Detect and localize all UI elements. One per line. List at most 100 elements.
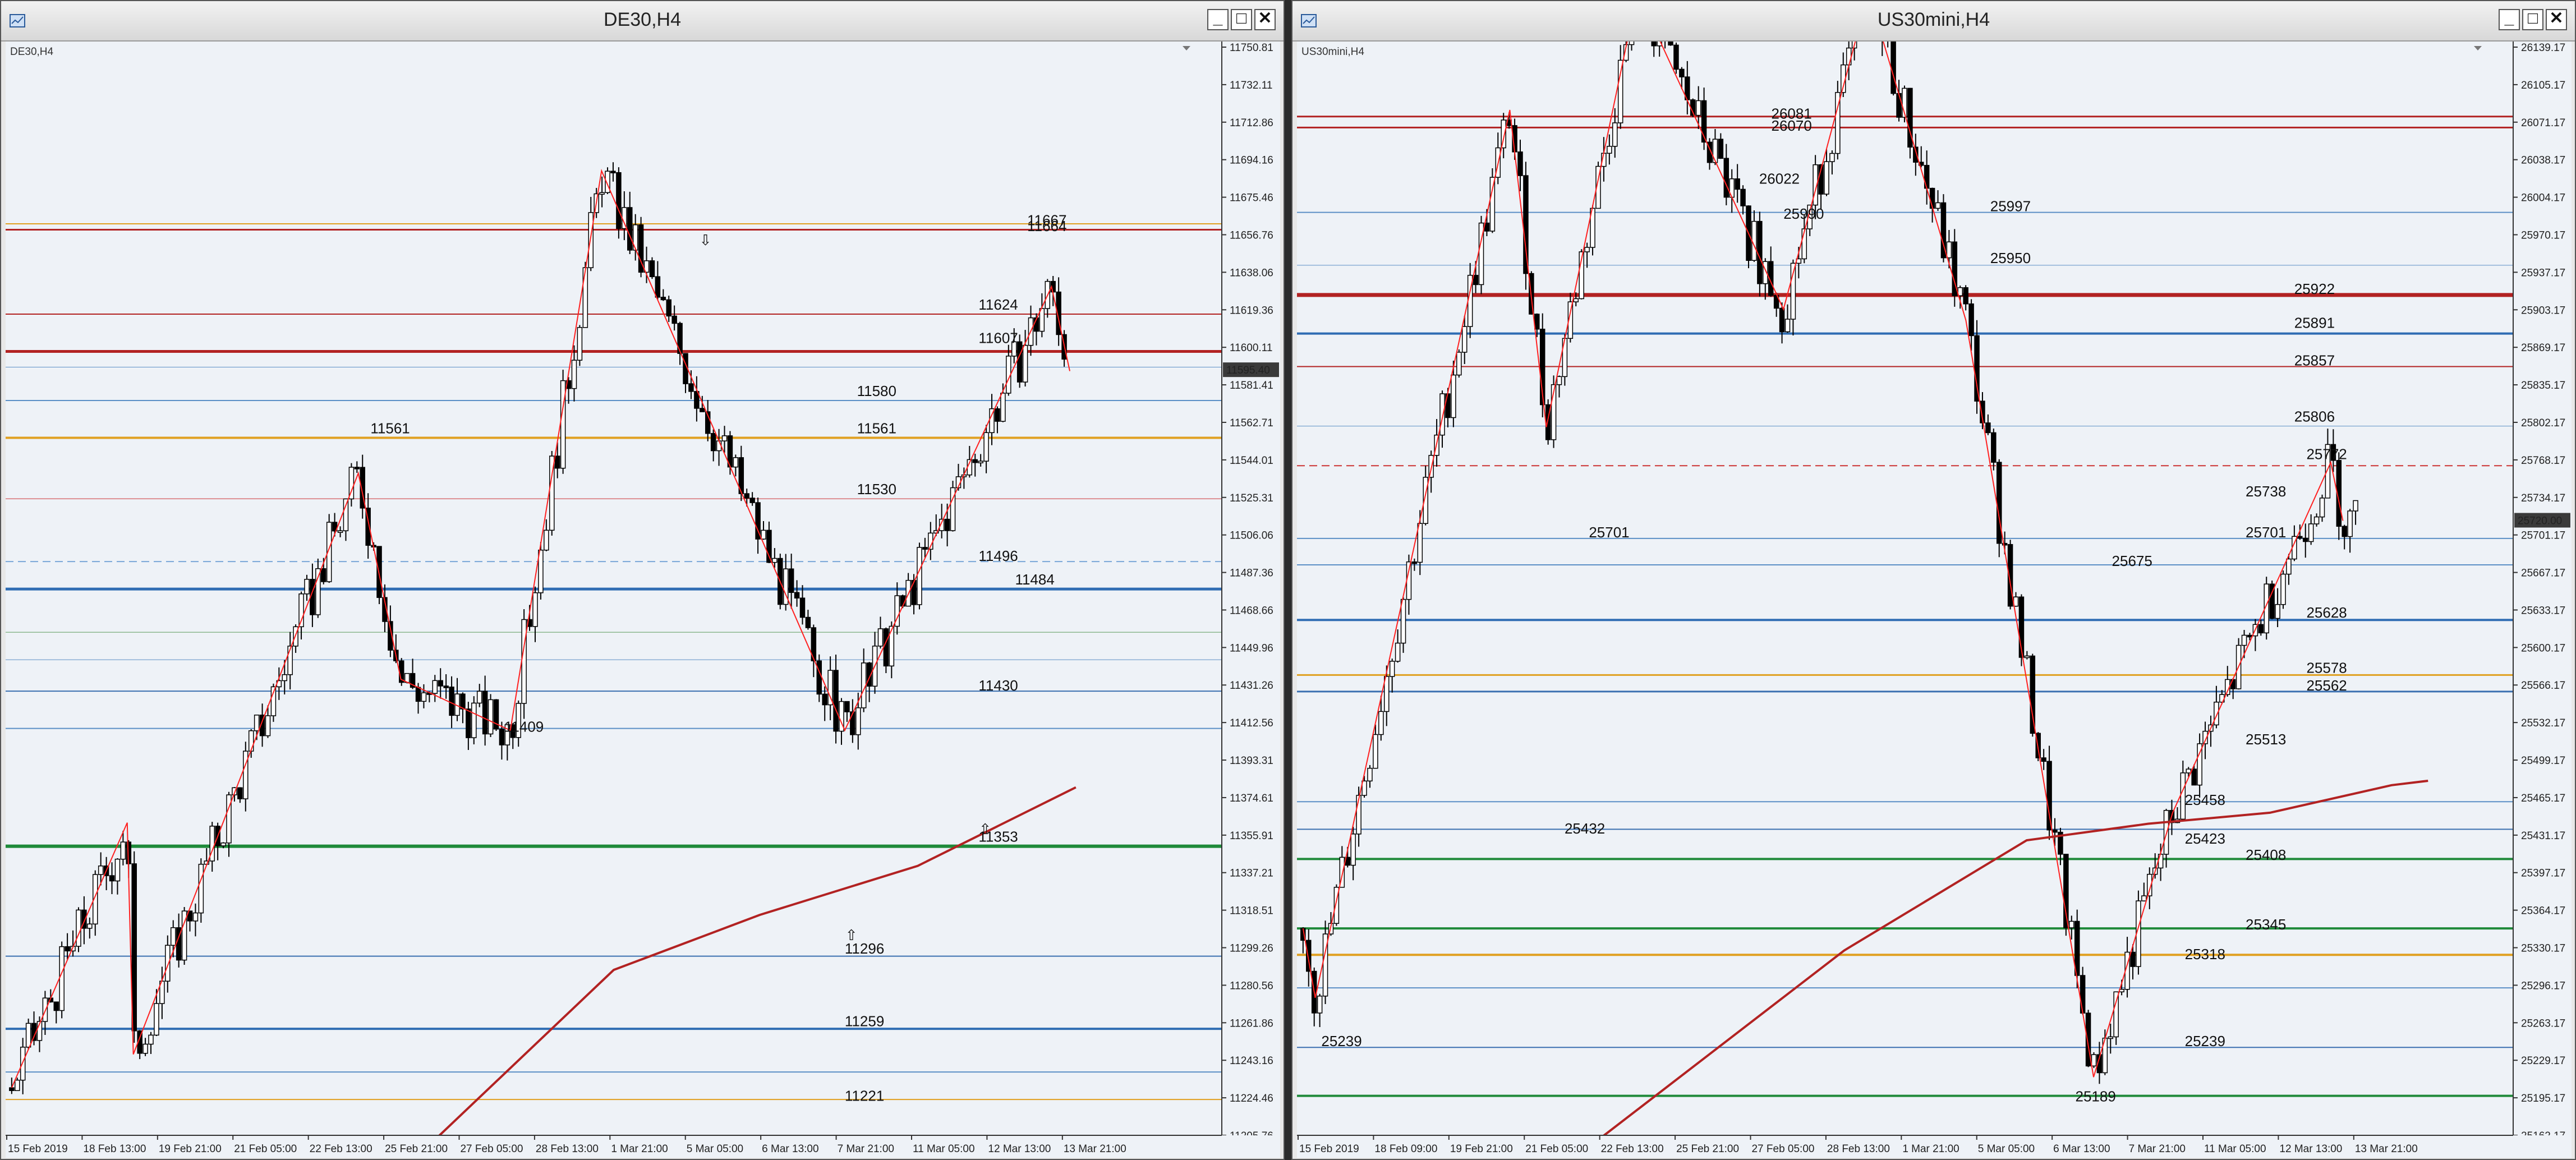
price-tick-label: 11299.26	[1230, 943, 1273, 955]
level-price-label: 11430	[978, 677, 1018, 694]
candle-body	[660, 297, 666, 301]
level-price-label: 25513	[2246, 731, 2286, 748]
level-price-label: 25239	[1321, 1033, 1361, 1049]
candle-body	[1784, 319, 1791, 333]
level-price-label: 25701	[1589, 524, 1629, 541]
candle-body	[1607, 146, 1612, 154]
price-tick-label: 11337.21	[1230, 868, 1273, 880]
time-tick-label: 7 Mar 21:00	[2129, 1143, 2186, 1155]
price-tick-label: 11243.16	[1230, 1055, 1273, 1067]
candle-body	[805, 616, 811, 628]
candle-body	[2052, 829, 2058, 833]
candle-body	[721, 435, 728, 441]
level-price-label: 11296	[845, 940, 884, 957]
candle-body	[2046, 761, 2052, 831]
candle-body	[76, 909, 81, 947]
candle-body	[788, 568, 794, 593]
candle-body	[321, 568, 326, 582]
time-tick-label: 12 Mar 13:00	[988, 1143, 1051, 1155]
price-tick-label: 11732.11	[1230, 80, 1272, 91]
price-tick-label: 25633.17	[2521, 605, 2565, 616]
price-tick-label: 25734.17	[2521, 492, 2565, 504]
window-titlebar[interactable]: DE30,H4 _ □ ✕	[1, 1, 1284, 42]
plot-background	[1297, 42, 2513, 1158]
level-price-label: 25990	[1783, 205, 1824, 222]
candle-body	[1668, 42, 1673, 46]
price-tick-label: 11619.36	[1230, 305, 1273, 316]
chart-window-us30mini[interactable]: US30mini,H4 _ □ ✕ US30mini,H4 26081 26070 2…	[1291, 0, 2576, 1160]
time-tick-label: 19 Feb 21:00	[1450, 1143, 1513, 1155]
chart-canvas[interactable]: US30mini,H426081260702602225997259502592…	[1297, 42, 2572, 1158]
price-tick-label: 26139.17	[2521, 42, 2565, 54]
level-price-label: 26022	[1759, 170, 1800, 187]
level-price-label: 11409	[504, 719, 544, 735]
candle-body	[1740, 188, 1746, 206]
candle-body	[582, 267, 588, 328]
candle-body	[1974, 335, 1980, 402]
candle-body	[744, 493, 749, 499]
candle-body	[1456, 352, 1462, 376]
close-button[interactable]: ✕	[1254, 9, 1276, 30]
candle-body	[571, 360, 577, 389]
candle-body	[833, 670, 839, 732]
candle-body	[1612, 122, 1618, 147]
candle-body	[671, 315, 677, 324]
candle-body	[2024, 655, 2030, 659]
candle-body	[1373, 734, 1378, 769]
time-tick-label: 13 Mar 21:00	[1064, 1143, 1126, 1155]
candle-body	[1411, 561, 1418, 564]
candle-body	[978, 461, 983, 463]
candle-body	[471, 702, 477, 738]
price-tick-label: 26038.17	[2521, 155, 2565, 167]
close-button[interactable]: ✕	[2546, 9, 2567, 30]
level-price-label: 25806	[2294, 408, 2335, 425]
candle-body	[1718, 139, 1724, 159]
chart-canvas[interactable]: DE30,H4⇩⇧⇧116671166411624116071158011561…	[6, 42, 1280, 1158]
chart-window-de30[interactable]: DE30,H4 _ □ ✕ DE30,H4 ⇩ ⇧ ⇧ 11667 11664 11624 1…	[0, 0, 1285, 1160]
price-tick-label: 11544.01	[1230, 455, 1273, 467]
candle-body	[248, 730, 254, 752]
price-chart[interactable]: DE30,H4 ⇩ ⇧ ⇧ 11667 11664 11624 11607 11580 11561…	[6, 42, 1280, 1158]
candle-body	[237, 787, 243, 799]
candle-body	[304, 579, 310, 595]
level-price-label: 25701	[2246, 524, 2286, 541]
candle-body	[98, 866, 104, 875]
candle-body	[120, 841, 126, 860]
price-tick-label: 25937.17	[2521, 267, 2565, 279]
price-tick-label: 11374.61	[1230, 793, 1273, 804]
candle-body	[343, 498, 349, 531]
window-titlebar[interactable]: US30mini,H4 _ □ ✕	[1292, 1, 2575, 42]
price-tick-label: 26004.17	[2521, 192, 2565, 204]
current-price-label: 25720.00	[2518, 515, 2562, 527]
candle-body	[2353, 500, 2358, 512]
symbol-label: US30mini,H4	[1301, 46, 1364, 58]
price-chart[interactable]: US30mini,H4 26081 26070 26022 25997 25950 2592…	[1297, 42, 2572, 1158]
candle-body	[2113, 991, 2119, 1038]
candle-body	[766, 530, 772, 563]
time-tick-label: 19 Feb 21:00	[159, 1143, 222, 1155]
maximize-button[interactable]: □	[2522, 9, 2543, 30]
candle-body	[1757, 220, 1763, 284]
price-tick-label: 25397.17	[2521, 868, 2565, 880]
level-price-label: 25458	[2185, 791, 2225, 808]
minimize-button[interactable]: _	[1207, 9, 1229, 30]
candle-body	[877, 628, 884, 647]
price-tick-label: 11694.16	[1230, 155, 1273, 167]
candle-body	[655, 276, 661, 298]
candle-body	[1991, 432, 1997, 463]
price-tick-label: 25970.17	[2521, 229, 2565, 241]
candle-body	[220, 843, 226, 846]
candle-body	[2258, 624, 2264, 634]
level-price-label: 25997	[1990, 197, 2031, 214]
maximize-button[interactable]: □	[1231, 9, 1252, 30]
level-price-label: 11221	[845, 1088, 884, 1104]
time-tick-label: 1 Mar 21:00	[1902, 1143, 1959, 1155]
price-tick-label: 11712.86	[1230, 117, 1273, 129]
candle-body	[799, 597, 806, 618]
price-tick-label: 11562.71	[1230, 417, 1273, 429]
minimize-button[interactable]: _	[2499, 9, 2520, 30]
candle-body	[1350, 834, 1356, 866]
candle-body	[109, 875, 115, 882]
price-tick-label: 11656.76	[1230, 229, 1273, 241]
candle-body	[2069, 920, 2074, 928]
